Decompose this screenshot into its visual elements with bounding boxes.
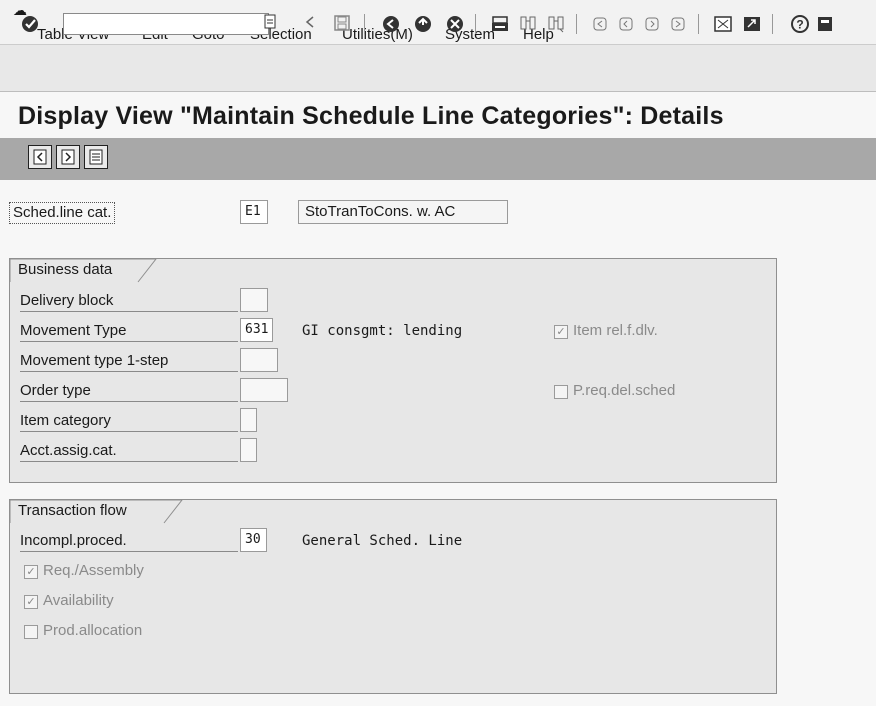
previous-entry-icon[interactable] — [28, 145, 52, 169]
page-title: Display View "Maintain Schedule Line Cat… — [18, 102, 724, 130]
transaction-flow-tab: Transaction flow — [10, 500, 183, 524]
svg-text:?: ? — [796, 18, 803, 32]
preq-del-sched-label: P.req.del.sched — [573, 382, 676, 399]
availability-label: Availability — [43, 592, 114, 609]
sched-line-cat-field[interactable]: E1 — [240, 200, 268, 224]
incompl-proced-field[interactable]: 30 — [240, 528, 267, 552]
command-history-icon[interactable] — [260, 14, 280, 34]
first-page-icon[interactable] — [590, 14, 610, 34]
incompl-proced-description: General Sched. Line — [302, 533, 463, 549]
preq-del-sched-checkbox[interactable] — [554, 385, 568, 399]
system-toolbar — [0, 44, 876, 92]
movement-type-1step-label: Movement type 1-step — [20, 351, 238, 372]
next-page-icon[interactable] — [642, 14, 662, 34]
movement-type-1step-field[interactable] — [240, 348, 278, 372]
acct-assig-cat-label: Acct.assig.cat. — [20, 441, 238, 462]
shortcut-icon[interactable] — [742, 14, 762, 34]
availability-checkbox[interactable]: ✓ — [24, 595, 38, 609]
toolbar-separator — [475, 14, 476, 34]
item-category-label: Item category — [20, 411, 238, 432]
item-rel-label: Item rel.f.dlv. — [573, 322, 658, 339]
cancel-icon[interactable] — [445, 14, 465, 34]
toolbar-separator — [364, 14, 365, 34]
order-type-label: Order type — [20, 381, 238, 402]
print-icon[interactable] — [490, 14, 510, 34]
movement-type-label: Movement Type — [20, 321, 238, 342]
select-entries-icon[interactable] — [84, 145, 108, 169]
help-icon[interactable]: ? — [790, 14, 810, 34]
previous-page-icon[interactable] — [616, 14, 636, 34]
find-icon[interactable] — [518, 14, 538, 34]
command-field[interactable] — [63, 13, 269, 35]
transaction-flow-title: Transaction flow — [18, 502, 127, 519]
next-entry-icon[interactable] — [56, 145, 80, 169]
incompl-proced-label: Incompl.proced. — [20, 531, 238, 552]
delivery-block-label: Delivery block — [20, 291, 238, 312]
item-rel-checkbox[interactable]: ✓ — [554, 325, 568, 339]
transaction-flow-group — [9, 499, 777, 694]
order-type-field[interactable] — [240, 378, 288, 402]
create-session-icon[interactable] — [713, 14, 733, 34]
menu-utilities[interactable]: Utilities(M) — [342, 26, 413, 44]
acct-assig-cat-field[interactable] — [240, 438, 257, 462]
business-data-title: Business data — [18, 261, 113, 278]
sched-line-cat-label: Sched.line cat. — [9, 202, 116, 224]
movement-type-field[interactable]: 631 — [240, 318, 273, 342]
enter-icon[interactable] — [20, 14, 40, 34]
req-assembly-label: Req./Assembly — [43, 562, 144, 579]
req-assembly-checkbox[interactable]: ✓ — [24, 565, 38, 579]
toolbar-separator — [772, 14, 773, 34]
delivery-block-field[interactable] — [240, 288, 268, 312]
last-page-icon[interactable] — [668, 14, 688, 34]
business-data-tab: Business data — [10, 259, 157, 283]
save-icon[interactable] — [332, 14, 352, 34]
find-next-icon[interactable] — [546, 14, 566, 34]
customize-layout-icon[interactable] — [816, 14, 836, 34]
back-icon[interactable] — [381, 14, 401, 34]
collapse-icon[interactable] — [300, 14, 320, 34]
movement-type-description: GI consgmt: lending — [302, 323, 463, 339]
prod-allocation-checkbox[interactable] — [24, 625, 38, 639]
toolbar-separator — [698, 14, 699, 34]
sched-line-cat-description: StoTranToCons. w. AC — [298, 200, 508, 224]
toolbar-separator — [576, 14, 577, 34]
exit-icon[interactable] — [413, 14, 433, 34]
application-toolbar — [0, 138, 876, 180]
item-category-field[interactable] — [240, 408, 257, 432]
prod-allocation-label: Prod.allocation — [43, 622, 143, 639]
